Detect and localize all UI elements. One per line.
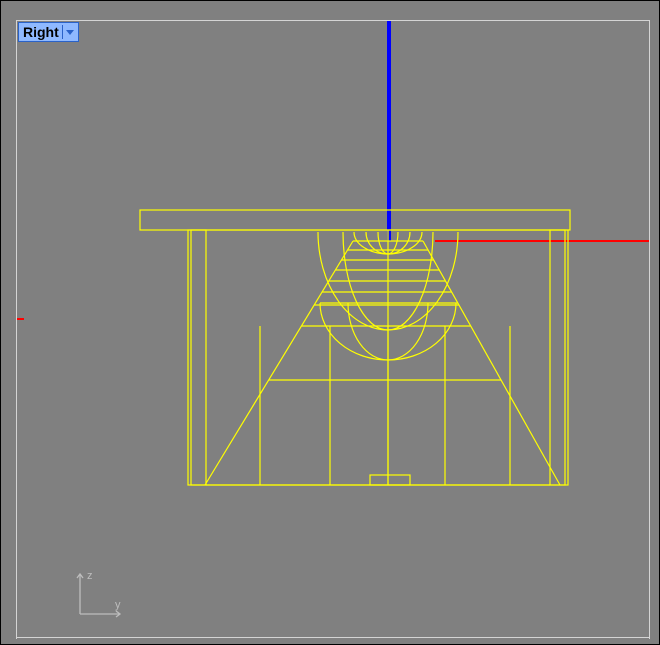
axis-gizmo: z y bbox=[70, 564, 130, 627]
axis-y-label: y bbox=[115, 599, 121, 611]
wireframe-canvas[interactable] bbox=[0, 0, 660, 645]
axis-z-label: z bbox=[87, 570, 93, 582]
